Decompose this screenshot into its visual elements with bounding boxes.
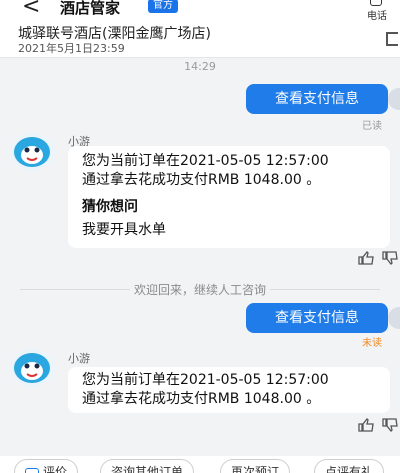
other-order-chip[interactable]: 咨询其他订单 xyxy=(100,459,195,473)
message-text: 查看支付信息 xyxy=(275,91,359,107)
message-line: 通过拿去花成功支付RMB 1048.00 。 xyxy=(82,172,321,188)
user-avatar xyxy=(388,88,400,110)
read-status: 已读 xyxy=(362,121,382,132)
hotel-order-card[interactable]: 城驿联号酒店(溧阳金鹰广场店) 2021年5月1日23:59 xyxy=(0,20,400,58)
back-icon[interactable]: < xyxy=(22,0,40,19)
message-line: 通过拿去花成功支付RMB 1048.00 。 xyxy=(82,391,321,407)
chip-label: 评价 xyxy=(43,465,68,473)
suggestion-title: 猜你想问 xyxy=(82,199,138,215)
hotel-date: 2021年5月1日23:59 xyxy=(18,42,125,55)
review-reward-chip[interactable]: 点评有礼 xyxy=(314,459,385,473)
agent-avatar xyxy=(10,134,54,170)
page-title: 酒店管家 xyxy=(60,0,121,17)
quick-action-bar: 评价 咨询其他订单 再次预订 点评有礼 xyxy=(0,456,400,473)
outgoing-message[interactable]: 查看支付信息 xyxy=(246,84,388,114)
message-line: 您为当前订单在2021-05-05 12:57:00 xyxy=(82,153,329,169)
chip-label: 咨询其他订单 xyxy=(111,465,184,473)
thumbs-up-icon[interactable] xyxy=(358,251,376,265)
agent-name: 小游 xyxy=(68,352,90,365)
thumbs-up-icon[interactable] xyxy=(358,418,376,432)
thumbs-down-icon[interactable] xyxy=(382,251,400,265)
message-text: 查看支付信息 xyxy=(275,310,359,326)
official-badge: 官方 xyxy=(148,0,178,13)
suggestion-item[interactable]: 我要开具水单 xyxy=(82,221,376,240)
chip-label: 再次预订 xyxy=(231,465,280,473)
message-line: 您为当前订单在2021-05-05 12:57:00 xyxy=(82,372,329,388)
incoming-message[interactable]: 您为当前订单在2021-05-05 12:57:00 通过拿去花成功支付RMB … xyxy=(68,146,390,248)
chip-label: 点评有礼 xyxy=(325,465,374,473)
unread-status: 未读 xyxy=(362,338,382,349)
outgoing-message[interactable]: 查看支付信息 xyxy=(246,303,388,333)
expand-icon[interactable] xyxy=(386,32,398,46)
top-nav-bar: < 酒店管家 官方 电话 xyxy=(0,0,400,22)
rate-icon xyxy=(25,467,39,473)
divider xyxy=(270,289,380,290)
incoming-message[interactable]: 您为当前订单在2021-05-05 12:57:00 通过拿去花成功支付RMB … xyxy=(68,367,390,413)
user-avatar xyxy=(388,307,400,329)
rate-chip[interactable]: 评价 xyxy=(14,459,79,473)
rebook-chip[interactable]: 再次预订 xyxy=(220,459,291,473)
chat-timestamp: 14:29 xyxy=(184,60,216,73)
phone-icon xyxy=(370,0,382,6)
agent-avatar xyxy=(10,350,54,386)
thumbs-down-icon[interactable] xyxy=(382,418,400,432)
